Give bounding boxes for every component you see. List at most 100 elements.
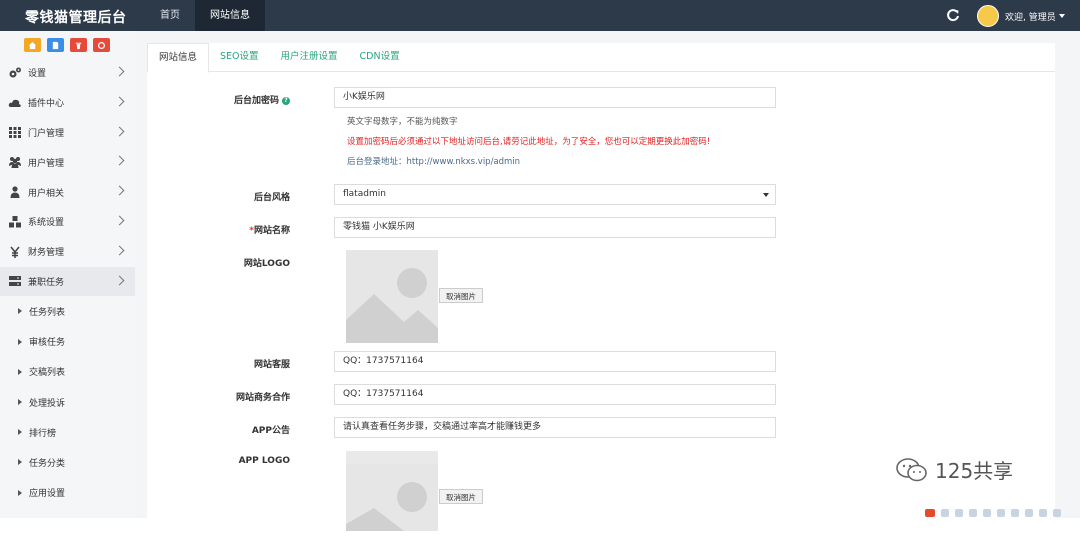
- gears-icon: [8, 66, 22, 80]
- chevron-down-icon: [1058, 14, 1065, 18]
- app-notice-input[interactable]: 请认真查看任务步骤，交稿通过率高才能赚钱更多: [334, 417, 776, 438]
- sidebar-item-label: 门户管理: [28, 128, 65, 139]
- tray-icon: [997, 509, 1005, 517]
- tray-icon: [969, 509, 977, 517]
- submenu-label: 任务列表: [29, 307, 66, 318]
- site-name-input[interactable]: 零钱猫 小K娱乐网: [334, 217, 776, 238]
- sidebar-item-settings[interactable]: 设置: [0, 58, 135, 88]
- trash-button[interactable]: [70, 38, 87, 52]
- submenu-app-settings[interactable]: 应用设置: [0, 478, 135, 508]
- tray-icon: [1011, 509, 1019, 517]
- users-icon: [8, 155, 22, 169]
- home-icon: [28, 41, 37, 49]
- caret-right-icon: [18, 399, 22, 406]
- nav-home[interactable]: 首页: [145, 0, 195, 31]
- sidebar-item-finance[interactable]: 财务管理: [0, 237, 135, 267]
- tray-icon: [955, 509, 963, 517]
- nav-site-info[interactable]: 网站信息: [195, 0, 265, 31]
- quick-actions: [24, 38, 110, 52]
- theme-select-value: flatadmin: [343, 189, 386, 199]
- submenu-label: 处理投诉: [29, 398, 66, 409]
- sidebar-item-portal[interactable]: 门户管理: [0, 118, 135, 148]
- submenu-review-tasks[interactable]: 审核任务: [0, 327, 135, 357]
- submenu-label: 应用设置: [29, 489, 66, 500]
- admin-key-warning: 设置加密码后必须通过以下地址访问后台,请劳记此地址，为了安全，您也可以定期更换此…: [347, 137, 711, 147]
- submenu-task-categories[interactable]: 任务分类: [0, 447, 135, 477]
- submenu-label: 交稿列表: [29, 368, 66, 379]
- caret-right-icon: [18, 489, 22, 496]
- sidebar-item-plugins[interactable]: 插件中心: [0, 88, 135, 118]
- tray-icon: [941, 509, 949, 517]
- sidebar-item-label: 插件中心: [28, 99, 65, 110]
- submenu-submissions[interactable]: 交稿列表: [0, 357, 135, 387]
- site-name-label-text: 网站名称: [253, 226, 290, 236]
- tray-icon: [1039, 509, 1047, 517]
- app-logo-label: APP LOGO: [238, 456, 290, 466]
- tab-site-info[interactable]: 网站信息: [147, 43, 210, 73]
- sidebar-item-label: 兼职任务: [28, 277, 65, 288]
- business-input[interactable]: QQ：1737571164: [334, 384, 776, 405]
- app-logo-placeholder[interactable]: [346, 451, 438, 531]
- chevron-right-icon: [114, 245, 125, 256]
- main-content: 网站信息 SEO设置 用户注册设置 CDN设置 后台加密码? 小K娱乐网 英文字…: [135, 31, 1080, 531]
- submenu-complaints[interactable]: 处理投诉: [0, 387, 135, 417]
- top-bar: 零钱猫管理后台 首页 网站信息 欢迎, 管理员: [0, 0, 1080, 31]
- admin-key-label: 后台加密码?: [234, 93, 290, 106]
- theme-select[interactable]: flatadmin: [334, 184, 776, 205]
- top-nav: 首页 网站信息: [145, 0, 265, 31]
- chevron-right-icon: [114, 275, 125, 286]
- sidebar-item-part-time-tasks[interactable]: 兼职任务: [0, 266, 135, 297]
- sidebar-item-label: 设置: [28, 69, 47, 80]
- user-menu[interactable]: 欢迎, 管理员: [977, 5, 1065, 27]
- tab-bar: 网站信息 SEO设置 用户注册设置 CDN设置: [147, 43, 1055, 73]
- yen-icon: [8, 245, 22, 259]
- sidebar-item-label: 财务管理: [28, 248, 65, 259]
- admin-key-hint: 英文字母数字，不能为纯数字: [347, 117, 458, 127]
- cubes-icon: [8, 215, 22, 229]
- caret-right-icon: [18, 429, 22, 436]
- support-label: 网站客服: [253, 360, 290, 370]
- site-logo-placeholder[interactable]: [346, 250, 438, 343]
- user-icon: [8, 185, 22, 199]
- sidebar-item-user-related[interactable]: 用户相关: [0, 177, 135, 207]
- sidebar-menu: 设置 插件中心 门户管理 用户管理 用户相关 系统设置 财务管理 兼职任务 任务…: [0, 58, 135, 508]
- recycle-icon: [97, 41, 106, 49]
- caret-right-icon: [18, 338, 22, 345]
- sidebar-item-system[interactable]: 系统设置: [0, 207, 135, 237]
- refresh-icon[interactable]: [946, 8, 960, 22]
- trash-icon: [75, 42, 82, 49]
- submenu-task-list[interactable]: 任务列表: [0, 296, 135, 326]
- tab-seo[interactable]: SEO设置: [209, 43, 270, 71]
- app-logo-cancel-button[interactable]: 取消图片: [439, 489, 483, 504]
- caret-right-icon: [18, 459, 22, 466]
- tab-cdn[interactable]: CDN设置: [349, 43, 411, 71]
- tray-icon: [1025, 509, 1033, 517]
- home-button[interactable]: [24, 38, 41, 52]
- chevron-right-icon: [114, 155, 125, 166]
- chevron-down-icon: [763, 193, 769, 197]
- admin-key-input[interactable]: 小K娱乐网: [334, 87, 776, 108]
- site-logo-cancel-button[interactable]: 取消图片: [439, 288, 483, 303]
- submenu-leaderboard[interactable]: 排行榜: [0, 417, 135, 447]
- html5-icon: [925, 509, 935, 517]
- image-placeholder-icon: [346, 250, 438, 343]
- chevron-right-icon: [114, 215, 125, 226]
- submenu-label: 排行榜: [29, 428, 57, 439]
- cloud-icon: [8, 96, 22, 110]
- site-name-label: *网站名称: [249, 223, 290, 236]
- caret-right-icon: [18, 308, 22, 315]
- support-input[interactable]: QQ：1737571164: [334, 351, 776, 372]
- image-placeholder-icon: [346, 464, 438, 531]
- theme-label: 后台风格: [253, 193, 290, 203]
- chevron-right-icon: [114, 126, 125, 137]
- sidebar-item-users[interactable]: 用户管理: [0, 147, 135, 177]
- recycle-button[interactable]: [93, 38, 110, 52]
- file-button[interactable]: [47, 38, 64, 52]
- grid-icon: [8, 125, 22, 139]
- taskbar-strip: [925, 508, 1080, 518]
- watermark: 125共享: [895, 455, 1013, 484]
- site-logo-label: 网站LOGO: [243, 259, 290, 269]
- help-icon[interactable]: ?: [282, 96, 290, 105]
- tab-registration[interactable]: 用户注册设置: [270, 43, 349, 71]
- submenu-label: 任务分类: [29, 458, 66, 469]
